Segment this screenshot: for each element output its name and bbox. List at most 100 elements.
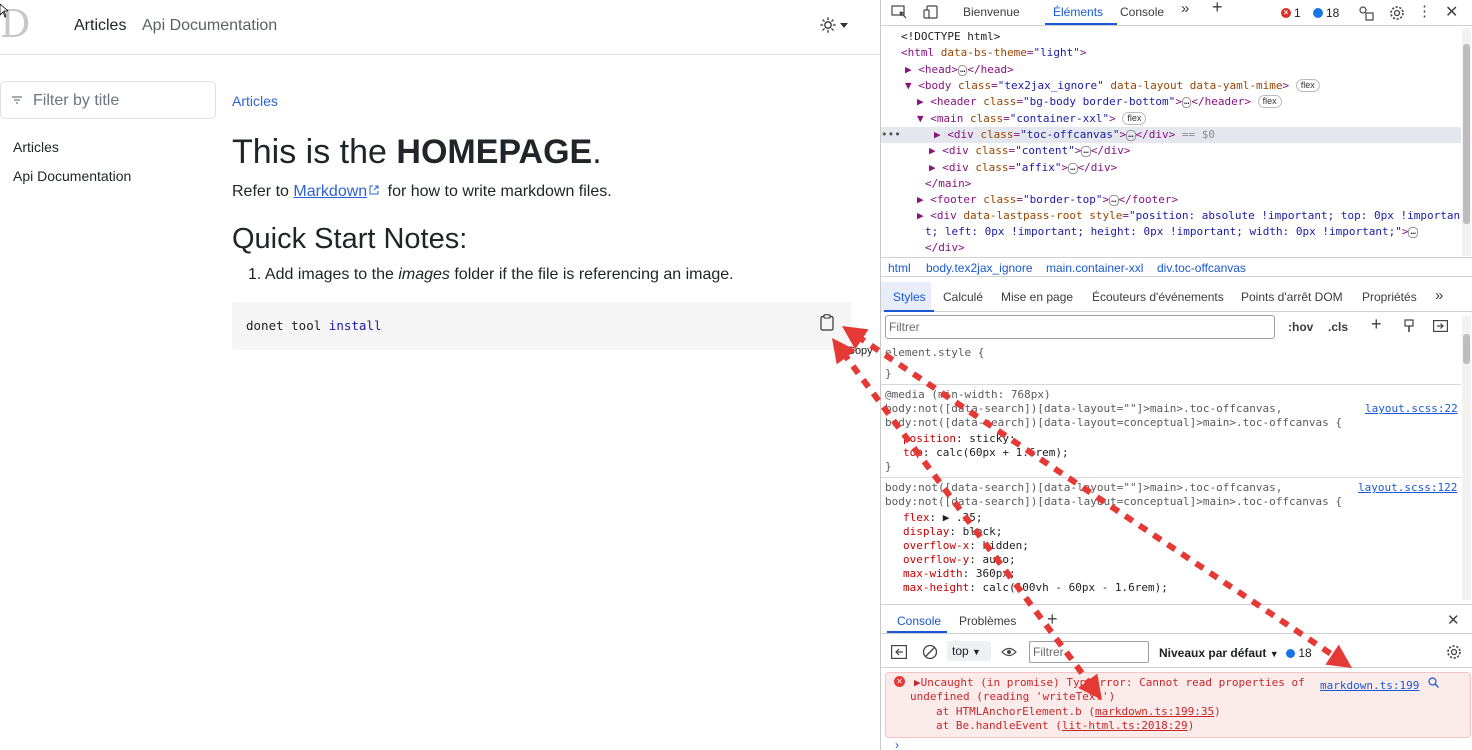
dom-line[interactable]: ▶ <head>… </head>: [905, 62, 1014, 78]
source-link-layout-22[interactable]: layout.scss:22: [1365, 402, 1458, 415]
crumb-main[interactable]: main.container-xxl: [1046, 259, 1143, 277]
toc-item-api-documentation[interactable]: Api Documentation: [13, 167, 131, 185]
toc-item-articles[interactable]: Articles: [13, 138, 59, 156]
new-rule-icon[interactable]: +: [1371, 314, 1382, 335]
tab-event-listeners[interactable]: Écouteurs d'événements: [1092, 290, 1224, 304]
dom-line[interactable]: <html data-bs-theme="light">: [901, 45, 1086, 61]
tab-properties[interactable]: Propriétés: [1362, 290, 1417, 304]
console-error-message[interactable]: ✕ ▶Uncaught (in promise) TypeError: Cann…: [885, 672, 1471, 738]
styles-filter-input[interactable]: [889, 319, 1269, 335]
toc-filter-input[interactable]: [33, 89, 209, 113]
external-link-icon: [369, 185, 379, 195]
dom-line[interactable]: </div>: [925, 240, 965, 256]
add-tab-icon[interactable]: +: [1212, 0, 1223, 16]
tab-dom-breakpoints[interactable]: Points d'arrêt DOM: [1241, 290, 1343, 304]
crumb-html[interactable]: html: [888, 259, 911, 277]
toggle-sidebar-icon[interactable]: [1433, 320, 1448, 332]
dom-line[interactable]: <!DOCTYPE html>: [901, 29, 1000, 45]
styles-filter[interactable]: [885, 315, 1275, 339]
rule-selector[interactable]: body:not([data-search])[data-layout=""]>…: [885, 481, 1282, 495]
sidebar-toggle-icon[interactable]: [891, 645, 907, 659]
dom-line[interactable]: ▶ <footer class="border-top">… </footer>: [917, 192, 1178, 208]
dom-line[interactable]: ▼ <body class="tex2jax_ignore" data-layo…: [905, 78, 1320, 94]
add-tab-icon[interactable]: +: [1047, 609, 1058, 630]
markdown-link[interactable]: Markdown: [293, 183, 367, 200]
rule-selector[interactable]: body:not([data-search])[data-layout=""]>…: [885, 402, 1282, 416]
css-declaration[interactable]: display: block;: [903, 525, 1002, 539]
inspect-element-icon[interactable]: [891, 5, 907, 19]
element-style-rule[interactable]: element.style {: [885, 346, 984, 360]
more-tabs-icon[interactable]: »: [1435, 287, 1443, 304]
nav-articles[interactable]: Articles: [74, 16, 126, 36]
console-filter-input[interactable]: [1033, 645, 1143, 659]
crumb-body[interactable]: body.tex2jax_ignore: [926, 259, 1033, 277]
devtools-panel: Bienvenue Éléments Console » + × 1 18 ⋮ ✕…: [880, 0, 1472, 750]
cls-toggle[interactable]: .cls: [1328, 320, 1348, 334]
css-declaration[interactable]: overflow-x: hidden;: [903, 539, 1029, 553]
dom-line[interactable]: ▶ <div class="content">… </div>: [929, 143, 1131, 159]
css-declaration[interactable]: position: sticky;: [903, 432, 1016, 446]
console-prompt[interactable]: ›: [895, 738, 899, 750]
css-declaration[interactable]: overflow-y: auto;: [903, 553, 1016, 567]
context-select[interactable]: top ▼: [947, 641, 991, 661]
more-options-icon[interactable]: ⋮: [1417, 2, 1432, 20]
css-declaration[interactable]: max-width: 360px;: [903, 567, 1016, 581]
tab-bienvenue[interactable]: Bienvenue: [963, 5, 1020, 19]
stack-link-markdown[interactable]: markdown.ts:199:35: [1095, 705, 1214, 718]
dom-line[interactable]: ▼ <main class="container-xxl"> flex: [917, 111, 1147, 127]
dom-line[interactable]: ▶ <div class="affix">… </div>: [929, 160, 1117, 176]
tab-layout[interactable]: Mise en page: [1001, 290, 1073, 304]
rule-selector[interactable]: body:not([data-search])[data-layout=conc…: [885, 495, 1342, 509]
console-filter[interactable]: [1029, 641, 1149, 663]
dom-scrollbar[interactable]: [1462, 28, 1471, 256]
css-declaration[interactable]: max-height: calc(100vh - 60px - 1.6rem);: [903, 581, 1168, 595]
clipboard-icon[interactable]: [820, 314, 834, 331]
site-header: D Articles Api Documentation: [0, 0, 880, 55]
crumb-div[interactable]: div.toc-offcanvas: [1157, 259, 1246, 277]
more-tabs-icon[interactable]: »: [1181, 1, 1189, 16]
source-link-layout-122[interactable]: layout.scss:122: [1358, 481, 1457, 494]
gear-icon[interactable]: [1446, 644, 1462, 660]
styles-pane[interactable]: element.style { } @media (min-width: 768…: [881, 343, 1461, 603]
dom-line[interactable]: ▶ <div data-lastpass-root style="positio…: [917, 208, 1460, 224]
paint-brush-icon[interactable]: [1403, 319, 1415, 333]
error-text: undefined (reading 'writeText'): [910, 690, 1116, 703]
dom-line[interactable]: </main>: [925, 176, 971, 192]
customize-icon[interactable]: [1358, 5, 1374, 21]
eye-icon[interactable]: [1001, 646, 1017, 658]
console-message-count[interactable]: 18: [1286, 646, 1312, 660]
tab-console[interactable]: Console: [1120, 5, 1164, 19]
css-declaration[interactable]: flex: ▶ .35;: [903, 511, 983, 525]
css-declaration[interactable]: top: calc(60px + 1.6rem);: [903, 446, 1069, 460]
dom-line[interactable]: t; left: 0px !important; height: 0px !im…: [925, 224, 1418, 240]
tab-elements[interactable]: Éléments: [1053, 5, 1103, 19]
nav-api-documentation[interactable]: Api Documentation: [142, 16, 277, 36]
toc-filter[interactable]: [0, 81, 216, 119]
styles-scrollbar[interactable]: [1462, 316, 1471, 600]
drawer-tab-console[interactable]: Console: [897, 614, 941, 628]
error-icon: ×: [1281, 8, 1291, 18]
console-toolbar: top ▼ Niveaux par défaut ▼ 18: [881, 636, 1472, 668]
error-count-badge[interactable]: × 1: [1281, 6, 1301, 20]
dom-line[interactable]: ▶ <header class="bg-body border-bottom">…: [917, 94, 1282, 110]
gear-icon[interactable]: [1389, 5, 1405, 21]
rule-selector[interactable]: body:not([data-search])[data-layout=conc…: [885, 416, 1342, 430]
dom-line-selected[interactable]: ••• ▶ <div class="toc-offcanvas">… </div>…: [881, 127, 1461, 143]
clear-console-icon[interactable]: [922, 644, 938, 660]
search-icon[interactable]: [1428, 677, 1439, 688]
tab-styles[interactable]: Styles: [893, 290, 926, 304]
theme-toggle-button[interactable]: [820, 14, 860, 36]
drawer-tab-problems[interactable]: Problèmes: [959, 614, 1016, 628]
stack-link-lit-html[interactable]: lit-html.ts:2018:29: [1062, 719, 1188, 732]
tab-computed[interactable]: Calculé: [943, 290, 983, 304]
close-drawer-icon[interactable]: ✕: [1447, 611, 1460, 629]
breadcrumb[interactable]: Articles: [232, 92, 278, 110]
error-source-link[interactable]: markdown.ts:199: [1320, 679, 1419, 693]
log-levels-dropdown[interactable]: Niveaux par défaut ▼: [1159, 646, 1279, 660]
device-toolbar-icon[interactable]: [923, 5, 939, 19]
close-icon[interactable]: ✕: [1445, 2, 1458, 22]
dom-tree[interactable]: <!DOCTYPE html> <html data-bs-theme="lig…: [881, 27, 1461, 257]
hov-toggle[interactable]: :hov: [1288, 320, 1313, 334]
message-count-badge[interactable]: 18: [1313, 6, 1339, 20]
styles-subtabs: Styles Calculé Mise en page Écouteurs d'…: [881, 282, 1472, 312]
